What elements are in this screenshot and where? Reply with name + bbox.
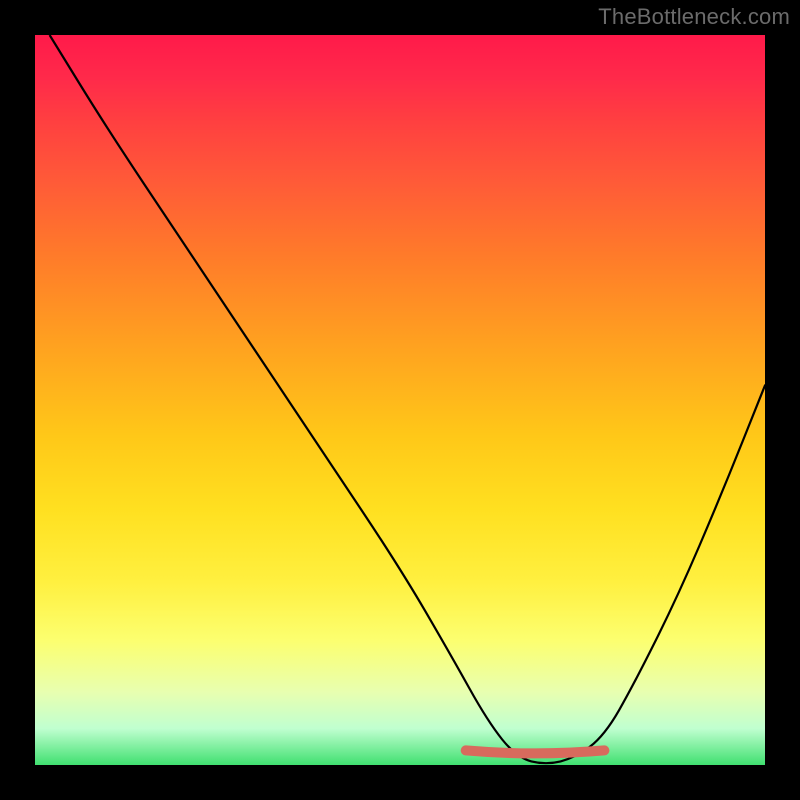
optimal-range-marker (466, 750, 605, 753)
plot-area (35, 35, 765, 765)
bottleneck-curve (50, 35, 765, 763)
chart-frame: TheBottleneck.com (0, 0, 800, 800)
curve-svg (35, 35, 765, 765)
watermark-text: TheBottleneck.com (598, 4, 790, 30)
